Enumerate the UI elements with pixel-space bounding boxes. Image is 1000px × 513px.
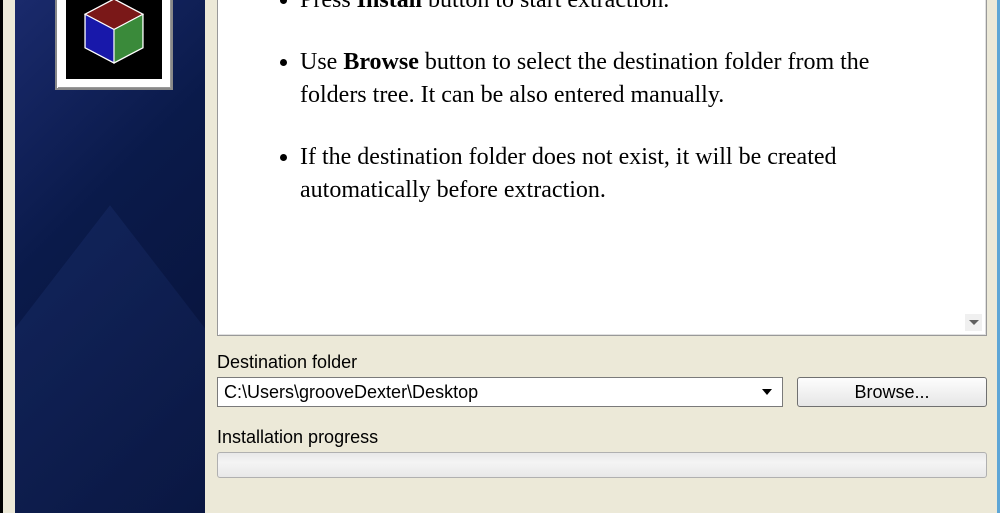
text-bold: Browse xyxy=(343,49,419,75)
browse-button[interactable]: Browse... xyxy=(797,377,987,407)
chevron-down-icon[interactable] xyxy=(758,378,776,406)
installer-window: Press Install button to start extraction… xyxy=(0,0,1000,513)
progress-bar xyxy=(217,452,987,478)
sidebar xyxy=(15,0,205,513)
instruction-item: Press Install button to start extraction… xyxy=(300,0,956,18)
text-bold: Install xyxy=(357,0,422,13)
text: button to start extraction. xyxy=(422,0,669,13)
content-area: Press Install button to start extraction… xyxy=(205,0,987,513)
text: Press xyxy=(300,0,357,13)
box-icon xyxy=(66,0,162,79)
info-panel: Press Install button to start extraction… xyxy=(217,0,987,336)
progress-label: Installation progress xyxy=(217,427,987,448)
destination-label: Destination folder xyxy=(217,352,987,373)
text: If the destination folder does not exist… xyxy=(300,144,837,204)
destination-combobox[interactable]: C:\Users\grooveDexter\Desktop xyxy=(217,377,783,407)
sidebar-icon-frame xyxy=(55,0,173,90)
destination-value: C:\Users\grooveDexter\Desktop xyxy=(224,382,758,403)
scroll-down-icon[interactable] xyxy=(965,314,982,331)
text: Use xyxy=(300,49,343,75)
instruction-item: Use Browse button to select the destinat… xyxy=(300,46,956,113)
instruction-item: If the destination folder does not exist… xyxy=(300,141,956,208)
